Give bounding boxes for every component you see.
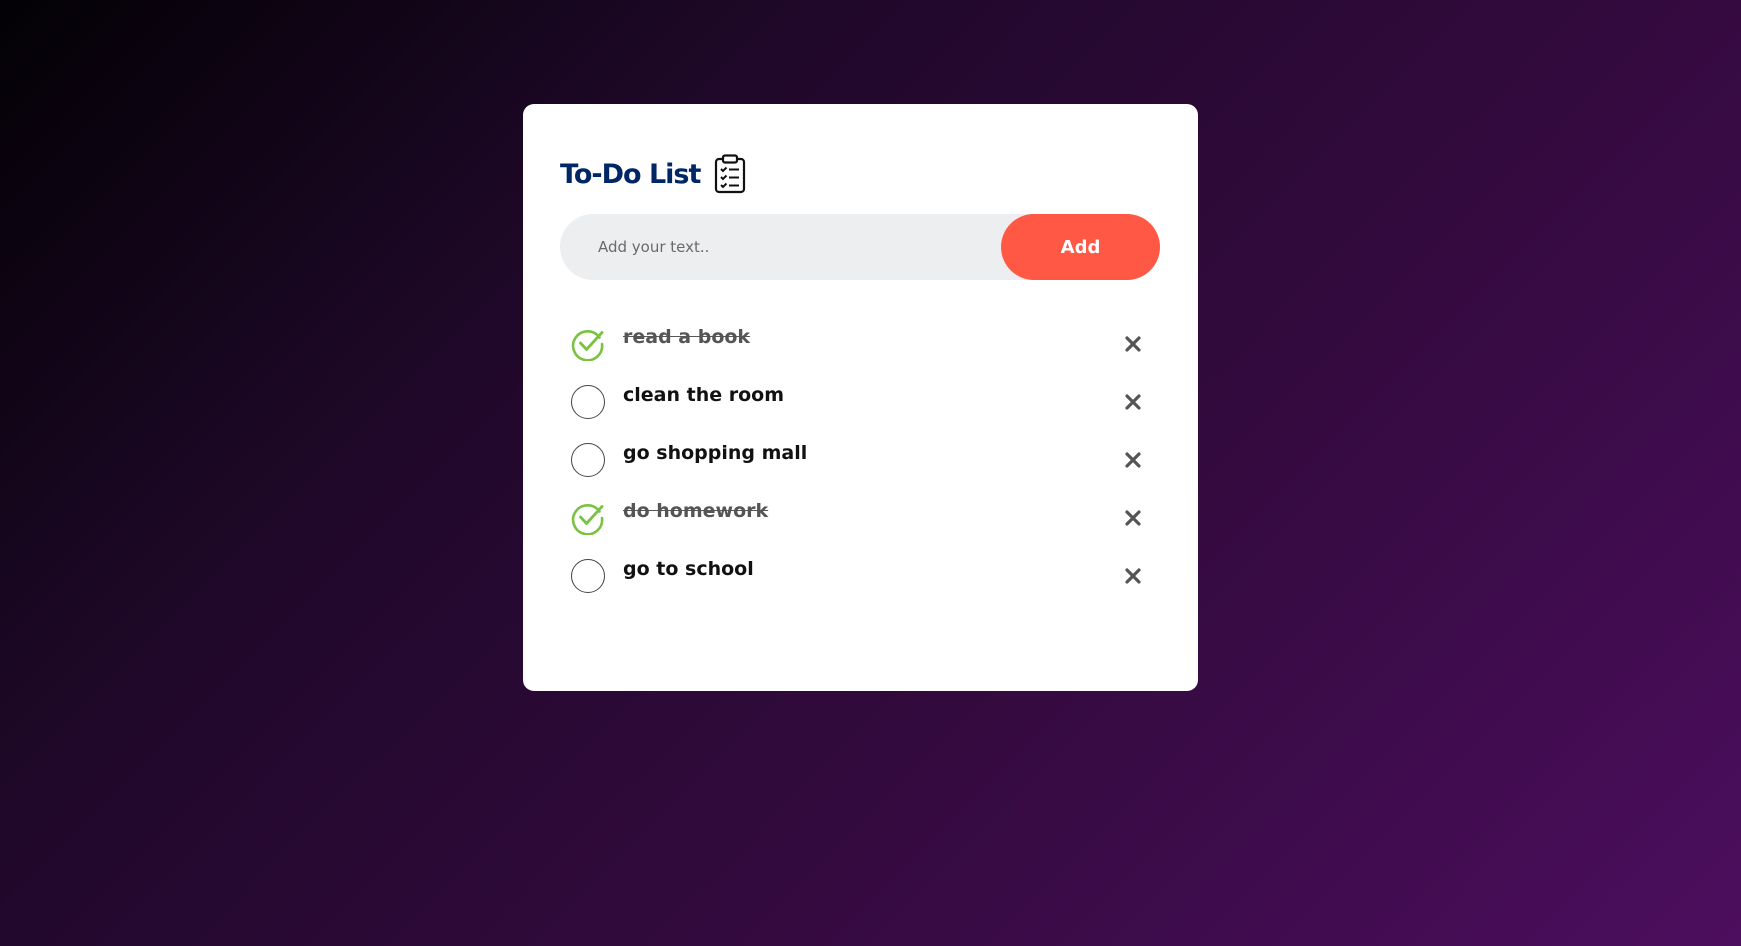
task-text: go shopping mall [623,442,808,464]
task-item[interactable]: do homework [560,489,1160,547]
task-item[interactable]: go shopping mall [560,431,1160,489]
check-circle-icon[interactable] [571,501,605,536]
empty-circle-icon[interactable] [571,443,605,477]
clipboard-checklist-icon [714,154,746,194]
check-circle-icon[interactable] [571,327,605,362]
task-item[interactable]: clean the room [560,373,1160,431]
task-text: go to school [623,558,754,580]
close-icon[interactable] [1120,447,1146,473]
task-list: read a book clean the room go shopping m… [560,315,1160,605]
close-icon[interactable] [1120,505,1146,531]
title-row: To-Do List [560,152,1160,196]
task-text: read a book [623,326,751,348]
empty-circle-icon[interactable] [571,385,605,419]
close-icon[interactable] [1120,331,1146,357]
add-task-form: Add [560,213,1160,281]
task-text: do homework [623,500,769,522]
close-icon[interactable] [1120,563,1146,589]
page-title: To-Do List [560,158,701,190]
add-button[interactable]: Add [1001,214,1160,280]
empty-circle-icon[interactable] [571,559,605,593]
close-icon[interactable] [1120,389,1146,415]
task-text: clean the room [623,384,785,406]
todo-card: To-Do List Add r [523,104,1198,691]
task-item[interactable]: read a book [560,315,1160,373]
task-item[interactable]: go to school [560,547,1160,605]
